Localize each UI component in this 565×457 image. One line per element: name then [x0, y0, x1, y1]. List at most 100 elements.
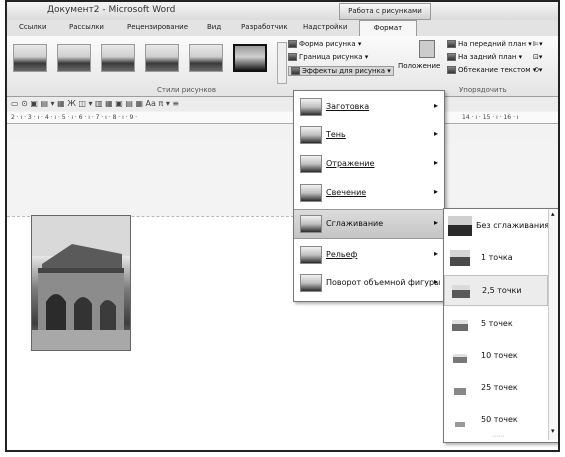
3d-rotation-label: Поворот объемной фигуры — [326, 278, 441, 287]
tab-references[interactable]: Ссылки — [19, 23, 47, 31]
picture-effects-label: Эффекты для рисунка — [302, 67, 386, 75]
border-icon — [288, 53, 297, 61]
soft-edge-preview-icon — [450, 250, 470, 266]
picture-shape-label: Форма рисунка — [299, 40, 356, 48]
bevel-label: Рельеф — [326, 250, 358, 259]
submenu-arrow-icon: ▸ — [433, 129, 438, 138]
preset-label: Заготовка — [326, 102, 370, 111]
resize-grip-icon[interactable]: ⋯⋯ — [492, 433, 504, 440]
effects-menu-item-preset[interactable]: Заготовка ▸ — [294, 93, 444, 121]
effects-menu-item-3d-rotation[interactable]: Поворот объемной фигуры ▸ — [294, 269, 444, 297]
inserted-photo[interactable] — [31, 215, 131, 351]
submenu-scrollbar[interactable]: ▴ ▾ — [548, 209, 558, 440]
position-icon[interactable] — [419, 40, 435, 58]
wrap-text-icon — [447, 66, 456, 74]
soft-edges-option-10pt[interactable]: 10 точек — [444, 341, 548, 372]
soft-edges-option-label: Без сглаживания — [476, 221, 550, 230]
tab-review[interactable]: Рецензирование — [127, 23, 188, 31]
styles-gallery-scroll[interactable] — [277, 42, 287, 84]
picture-shape-button[interactable]: Форма рисунка ▾ — [288, 40, 361, 48]
group-label-arrange: Упорядочить — [459, 86, 507, 94]
quick-access-toolbar: ▭ ⊙ ▣ ▤ ▾ ▦ Ж ◫ ▾ ▥ ▦ ▣ ▤ ▦ Aa π ▾ ≡ — [7, 97, 558, 111]
3d-rotation-icon — [300, 274, 322, 292]
scroll-down-icon[interactable]: ▾ — [551, 427, 555, 435]
group-label-picture-styles: Стили рисунков — [157, 86, 216, 94]
effects-menu-item-soft-edges[interactable]: Сглаживание ▸ — [294, 209, 444, 239]
glow-label: Свечение — [326, 188, 367, 197]
send-back-button[interactable]: На задний план ▾ — [447, 53, 522, 61]
soft-edges-option-5pt[interactable]: 5 точек — [444, 309, 548, 340]
soft-edges-option-1pt[interactable]: 1 точка — [444, 243, 548, 274]
picture-style-thumb[interactable] — [13, 44, 47, 72]
soft-edges-option-label: 5 точек — [481, 319, 513, 328]
effects-menu-item-bevel[interactable]: Рельеф ▸ — [294, 241, 444, 269]
group-button[interactable]: ⊡▾ — [533, 53, 542, 61]
soft-edge-preview-icon — [452, 285, 470, 298]
effects-menu-item-reflection[interactable]: Отражение ▸ — [294, 150, 444, 178]
tab-addins[interactable]: Надстройки — [303, 23, 347, 31]
glow-icon — [300, 184, 322, 202]
soft-edges-option-label: 25 точек — [481, 383, 518, 392]
effects-icon — [291, 67, 300, 75]
context-tab-picture-tools: Работа с рисунками — [339, 3, 431, 20]
photo-architecture — [32, 216, 130, 350]
soft-edge-preview-icon — [448, 216, 472, 236]
rotate-button[interactable]: ⟲▾ — [533, 66, 542, 74]
toolbar-icons[interactable]: ▭ ⊙ ▣ ▤ ▾ ▦ Ж ◫ ▾ ▥ ▦ ▣ ▤ ▦ Aa π ▾ ≡ — [11, 99, 179, 108]
soft-edges-option-label: 50 точек — [481, 415, 518, 424]
effects-menu-item-shadow[interactable]: Тень ▸ — [294, 121, 444, 149]
window-title: Документ2 - Microsoft Word — [47, 5, 176, 15]
picture-effects-menu: Заготовка ▸ Тень ▸ Отражение ▸ Свечение … — [293, 90, 445, 302]
tab-mailings[interactable]: Рассылки — [69, 23, 104, 31]
bring-front-button[interactable]: На передний план ▾ — [447, 40, 532, 48]
send-back-label: На задний план — [458, 53, 517, 61]
soft-edge-preview-icon — [453, 354, 467, 363]
document-margin-area — [7, 142, 558, 218]
title-bar: Документ2 - Microsoft Word Работа с рису… — [7, 2, 558, 20]
picture-style-thumb[interactable] — [101, 44, 135, 72]
reflection-icon — [300, 155, 322, 173]
position-button[interactable]: Положение — [398, 62, 440, 70]
shape-icon — [288, 40, 297, 48]
picture-effects-button[interactable]: Эффекты для рисунка ▾ — [288, 66, 394, 76]
wrap-text-label: Обтекание текстом — [458, 66, 531, 74]
shadow-icon — [300, 126, 322, 144]
soft-edge-preview-icon — [454, 388, 466, 395]
tab-view[interactable]: Вид — [207, 23, 221, 31]
tab-developer[interactable]: Разработчик — [241, 23, 288, 31]
ruler-scale-right: 14 · ı · 15 · ı · 16 · ı — [462, 114, 519, 121]
soft-edges-option-label: 10 точек — [481, 351, 518, 360]
soft-edges-submenu: Без сглаживания 1 точка 2,5 точки 5 точе… — [443, 208, 558, 443]
wrap-text-button[interactable]: Обтекание текстом ▾ — [447, 66, 536, 74]
soft-edges-option-25pt[interactable]: 25 точек — [444, 373, 548, 404]
scroll-up-icon[interactable]: ▴ — [551, 210, 555, 218]
submenu-arrow-icon: ▸ — [433, 158, 438, 167]
soft-edges-icon — [300, 215, 322, 233]
soft-edges-option-label: 2,5 точки — [482, 286, 522, 295]
soft-edge-preview-icon — [452, 320, 468, 331]
bevel-icon — [300, 246, 322, 264]
preset-icon — [300, 98, 322, 116]
reflection-label: Отражение — [326, 159, 375, 168]
word-window: Документ2 - Microsoft Word Работа с рису… — [5, 0, 560, 452]
effects-menu-item-glow[interactable]: Свечение ▸ — [294, 179, 444, 207]
ribbon-tabs: Ссылки Рассылки Рецензирование Вид Разра… — [7, 20, 558, 37]
tab-format[interactable]: Формат — [359, 20, 417, 37]
soft-edges-option-2-5pt[interactable]: 2,5 точки — [444, 275, 548, 306]
soft-edges-option-none[interactable]: Без сглаживания — [444, 211, 550, 242]
bring-front-icon — [447, 40, 456, 48]
align-button[interactable]: ⊫▾ — [533, 40, 543, 48]
horizontal-ruler[interactable]: 2 · ı · 3 · ı · 4 · ı · 5 · ı · 6 · ı · … — [7, 112, 558, 124]
picture-style-thumb[interactable] — [189, 44, 223, 72]
submenu-arrow-icon: ▸ — [433, 277, 438, 286]
picture-style-thumb[interactable] — [145, 44, 179, 72]
picture-style-thumb-selected[interactable] — [233, 44, 267, 72]
picture-border-label: Граница рисунка — [299, 53, 363, 61]
picture-style-thumb[interactable] — [57, 44, 91, 72]
submenu-arrow-icon: ▸ — [433, 218, 438, 227]
soft-edges-option-50pt[interactable]: 50 точек — [444, 405, 548, 436]
send-back-icon — [447, 53, 456, 61]
shadow-label: Тень — [326, 130, 346, 139]
picture-border-button[interactable]: Граница рисунка ▾ — [288, 53, 368, 61]
submenu-arrow-icon: ▸ — [433, 249, 438, 258]
